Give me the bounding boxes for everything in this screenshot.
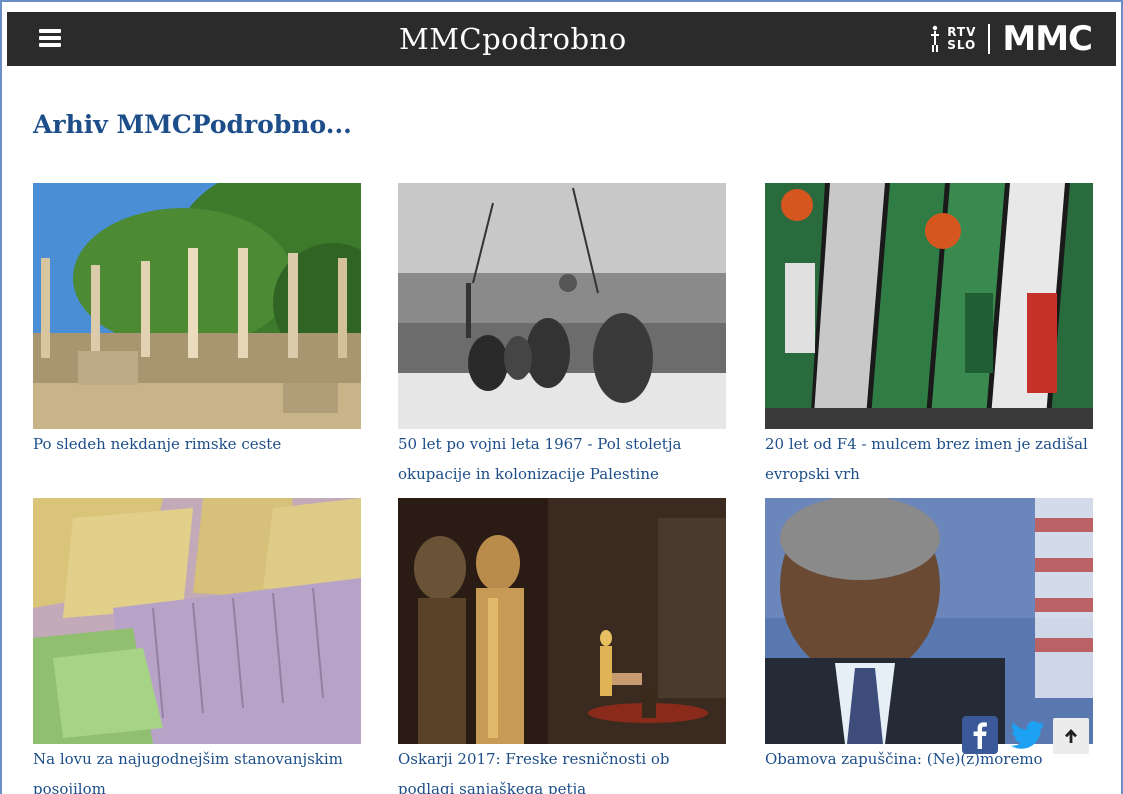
arrow-up-icon — [1065, 729, 1077, 743]
article-title[interactable]: Na lovu za najugodnejšim stanovanjskim p… — [33, 744, 361, 794]
oscar-statues-image[interactable] — [398, 498, 726, 744]
facebook-icon — [973, 722, 987, 749]
brand-divider — [988, 24, 991, 54]
euro-banknotes-image[interactable] — [33, 498, 361, 744]
article-card[interactable]: 50 let po vojni leta 1967 - Pol stoletja… — [398, 183, 726, 489]
page-title: Arhiv MMCPodrobno... — [33, 110, 352, 139]
top-navigation-bar: MMCpodrobno RTV SLO MMC — [7, 12, 1116, 66]
obama-portrait-image[interactable] — [765, 498, 1093, 744]
twitter-share-button[interactable] — [1010, 716, 1046, 754]
logo-mmc-text: MMC — [399, 22, 483, 56]
article-title[interactable]: 50 let po vojni leta 1967 - Pol stoletja… — [398, 429, 726, 489]
article-title[interactable]: Oskarji 2017: Freske resničnosti ob podl… — [398, 744, 726, 794]
back-to-top-button[interactable] — [1053, 718, 1089, 754]
basketball-collage-image[interactable] — [765, 183, 1093, 429]
article-card[interactable]: Oskarji 2017: Freske resničnosti ob podl… — [398, 498, 726, 794]
article-title[interactable]: Po sledeh nekdanje rimske ceste — [33, 429, 361, 459]
mmc-podrobno-logo[interactable]: MMCpodrobno — [399, 22, 627, 56]
hamburger-menu-icon[interactable] — [39, 29, 61, 47]
twitter-icon — [1011, 721, 1044, 749]
article-card[interactable]: Na lovu za najugodnejšim stanovanjskim p… — [33, 498, 361, 794]
rtv-slo-text: RTV SLO — [947, 26, 976, 52]
rtv-figure-icon — [931, 25, 940, 52]
logo-podrobno-text: podrobno — [482, 22, 627, 56]
roman-columns-image[interactable] — [33, 183, 361, 429]
six-day-war-photo[interactable] — [398, 183, 726, 429]
article-card[interactable]: 20 let od F4 - mulcem brez imen je zadiš… — [765, 183, 1093, 489]
article-card[interactable]: Po sledeh nekdanje rimske ceste — [33, 183, 361, 459]
facebook-share-button[interactable] — [962, 716, 998, 754]
mmc-brand-text: MMC — [1002, 19, 1093, 59]
rtv-slo-mmc-brand[interactable]: RTV SLO MMC — [929, 19, 1093, 59]
article-title[interactable]: 20 let od F4 - mulcem brez imen je zadiš… — [765, 429, 1093, 489]
slo-label: SLO — [947, 38, 977, 52]
